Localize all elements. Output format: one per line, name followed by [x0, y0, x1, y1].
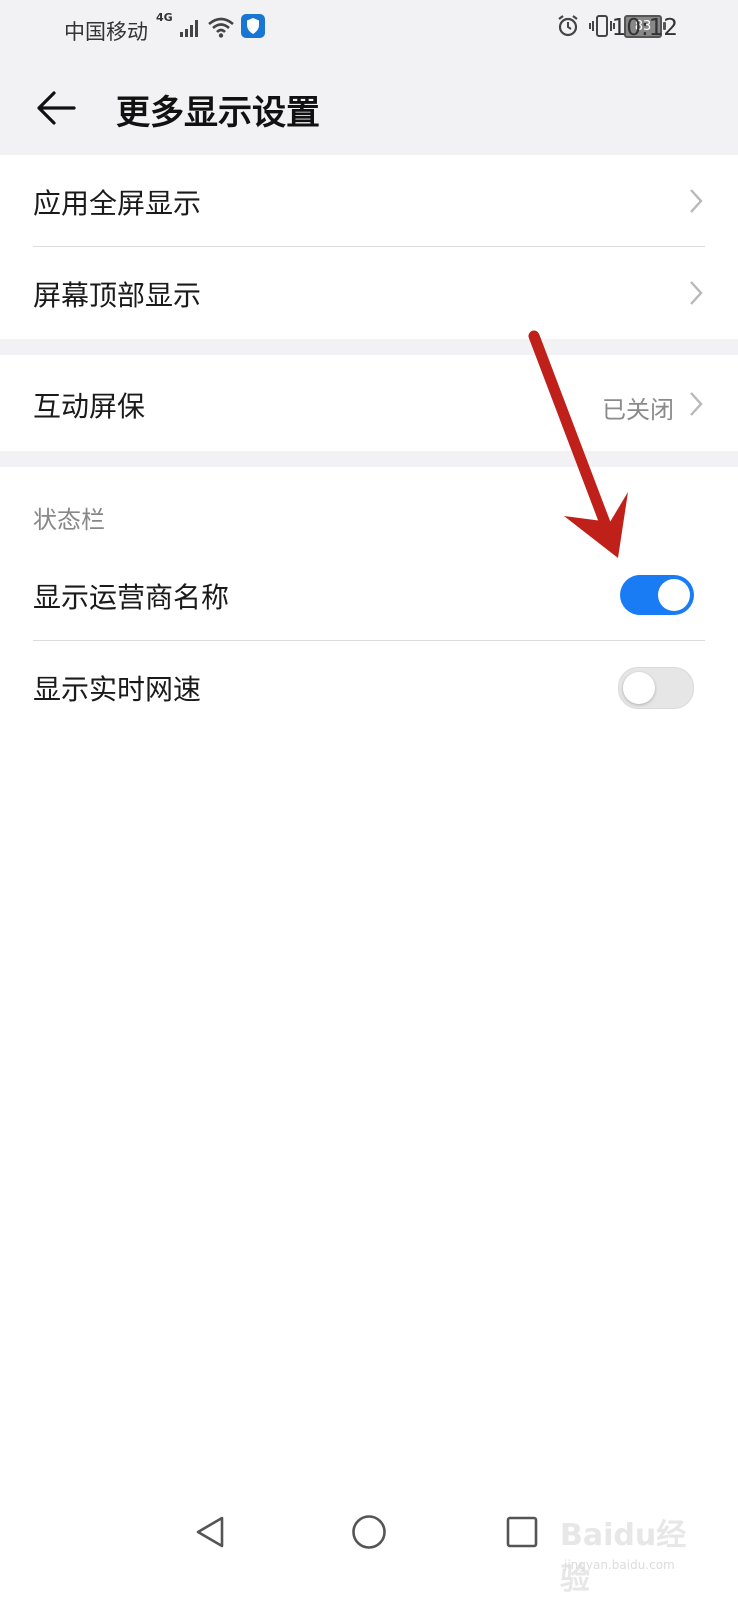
signal-icon: [179, 20, 198, 37]
section-gap: [0, 339, 738, 355]
show-carrier-name-toggle[interactable]: [620, 575, 694, 615]
home-circle-icon: [352, 1515, 386, 1549]
screensaver-status-value: 已关闭: [602, 396, 674, 424]
top-display-label: 屏幕顶部显示: [33, 279, 202, 312]
interactive-screensaver-label: 互动屏保: [33, 390, 146, 423]
nav-recents-button[interactable]: [492, 1502, 552, 1562]
show-carrier-name-label: 显示运营商名称: [33, 581, 230, 614]
back-button[interactable]: [30, 82, 82, 134]
baidu-watermark: Baidu经验 jingyan.baidu.com: [560, 1500, 710, 1597]
section-gap: [0, 451, 738, 467]
wifi-icon: [207, 17, 234, 38]
show-network-speed-label: 显示实时网速: [33, 673, 202, 706]
show-network-speed-toggle[interactable]: [618, 667, 694, 709]
status-left-icons: 4G: [156, 11, 265, 38]
clock: 10:12: [611, 15, 678, 41]
fullscreen-apps-item[interactable]: 应用全屏显示: [0, 155, 738, 247]
toggle-knob: [623, 672, 655, 704]
display-options-group: 应用全屏显示 屏幕顶部显示: [0, 155, 738, 339]
toggle-knob: [658, 579, 690, 611]
status-bar: 中国移动 4G 83 10:12: [0, 0, 738, 60]
network-type-label: 4G: [156, 11, 173, 24]
nav-back-button[interactable]: [180, 1502, 240, 1562]
carrier-name: 中国移动: [64, 20, 148, 44]
chevron-right-icon: [690, 392, 703, 416]
screensaver-group: 互动屏保 已关闭: [0, 355, 738, 451]
show-network-speed-item: 显示实时网速: [0, 641, 738, 733]
back-arrow-icon: [37, 91, 76, 125]
header: 更多显示设置: [0, 60, 738, 155]
chevron-right-icon: [690, 189, 703, 213]
page-title: 更多显示设置: [116, 93, 320, 133]
nav-home-button[interactable]: [339, 1502, 399, 1562]
shield-app-icon: [240, 14, 265, 38]
alarm-icon: [558, 15, 578, 37]
chevron-right-icon: [690, 281, 703, 305]
watermark-sub: jingyan.baidu.com: [564, 1558, 675, 1572]
section-title-status-bar: 状态栏: [33, 506, 105, 534]
status-bar-options-group: 显示运营商名称 显示实时网速: [0, 549, 738, 733]
interactive-screensaver-item[interactable]: 互动屏保 已关闭: [0, 355, 738, 451]
top-display-item[interactable]: 屏幕顶部显示: [0, 247, 738, 339]
recents-square-icon: [506, 1516, 538, 1548]
fullscreen-apps-label: 应用全屏显示: [33, 187, 202, 220]
watermark-main: Baidu经验: [560, 1518, 687, 1597]
show-carrier-name-item: 显示运营商名称: [0, 549, 738, 641]
back-triangle-icon: [196, 1516, 224, 1548]
